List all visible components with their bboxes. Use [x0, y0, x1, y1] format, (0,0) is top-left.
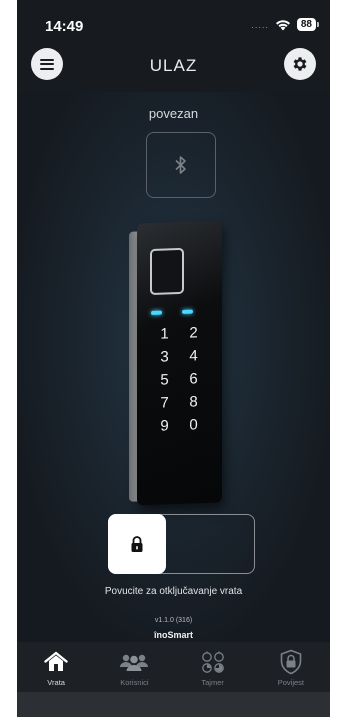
- tab-label: Tajmer: [201, 678, 224, 687]
- tab-label: Povijest: [277, 678, 304, 687]
- key-2: 2: [189, 324, 198, 342]
- lock-icon: [131, 536, 143, 552]
- key-3: 3: [160, 348, 169, 366]
- tab-bar: Vrata Korisnici Tajmer Povijest: [17, 642, 330, 692]
- key-8: 8: [189, 393, 198, 411]
- tab-korisnici[interactable]: Korisnici: [95, 642, 173, 692]
- device-face: 1 2 3 4 5 6 7 8 9 0: [137, 220, 222, 506]
- app-screen: 14:49 ..... 88 ULAZ povezan 1 2 3 4 5 6 …: [17, 0, 330, 717]
- tab-povijest[interactable]: Povijest: [252, 642, 330, 692]
- app-version: v1.1.0 (316): [154, 617, 193, 624]
- shield-lock-icon: [279, 648, 303, 676]
- tab-label: Vrata: [47, 678, 65, 687]
- status-led: [182, 309, 193, 314]
- gear-icon: [293, 57, 307, 71]
- door-panel: povezan 1 2 3 4 5 6 7 8 9 0 Povucite za …: [17, 92, 330, 642]
- home-icon: [44, 648, 68, 676]
- connection-status: povezan: [148, 106, 199, 121]
- bluetooth-icon: [175, 156, 186, 174]
- unlock-slider-handle[interactable]: [108, 514, 166, 574]
- unlock-slider[interactable]: [108, 514, 255, 574]
- signal-icon: .....: [251, 19, 269, 30]
- fingerprint-sensor: [150, 247, 184, 296]
- tab-label: Korisnici: [120, 678, 149, 687]
- status-led: [151, 310, 162, 315]
- home-indicator-area: [17, 692, 330, 717]
- key-6: 6: [189, 370, 198, 388]
- settings-button[interactable]: [284, 48, 316, 80]
- brand-logo: înoSmart: [153, 630, 193, 640]
- unlock-hint: Povucite za otključavanje vrata: [104, 586, 243, 597]
- key-7: 7: [160, 394, 169, 412]
- key-5: 5: [160, 371, 169, 389]
- bluetooth-button[interactable]: [146, 132, 216, 198]
- key-9: 9: [160, 417, 169, 435]
- timer-icon: [200, 648, 226, 676]
- users-icon: [118, 648, 150, 676]
- keypad: 1 2 3 4 5 6 7 8 9 0: [150, 324, 208, 435]
- key-1: 1: [160, 325, 169, 343]
- tab-vrata[interactable]: Vrata: [17, 642, 95, 692]
- key-4: 4: [189, 347, 198, 365]
- wifi-icon: [275, 19, 290, 30]
- key-0: 0: [189, 416, 198, 434]
- battery-icon: 88: [296, 18, 320, 31]
- status-bar: 14:49 ..... 88: [17, 0, 330, 44]
- status-time: 14:49: [45, 18, 84, 35]
- status-indicators: ..... 88: [251, 18, 320, 31]
- tab-tajmer[interactable]: Tajmer: [174, 642, 252, 692]
- keypad-device-image: 1 2 3 4 5 6 7 8 9 0: [129, 220, 222, 506]
- page-title: ULAZ: [149, 56, 198, 75]
- app-header: ULAZ: [17, 44, 330, 92]
